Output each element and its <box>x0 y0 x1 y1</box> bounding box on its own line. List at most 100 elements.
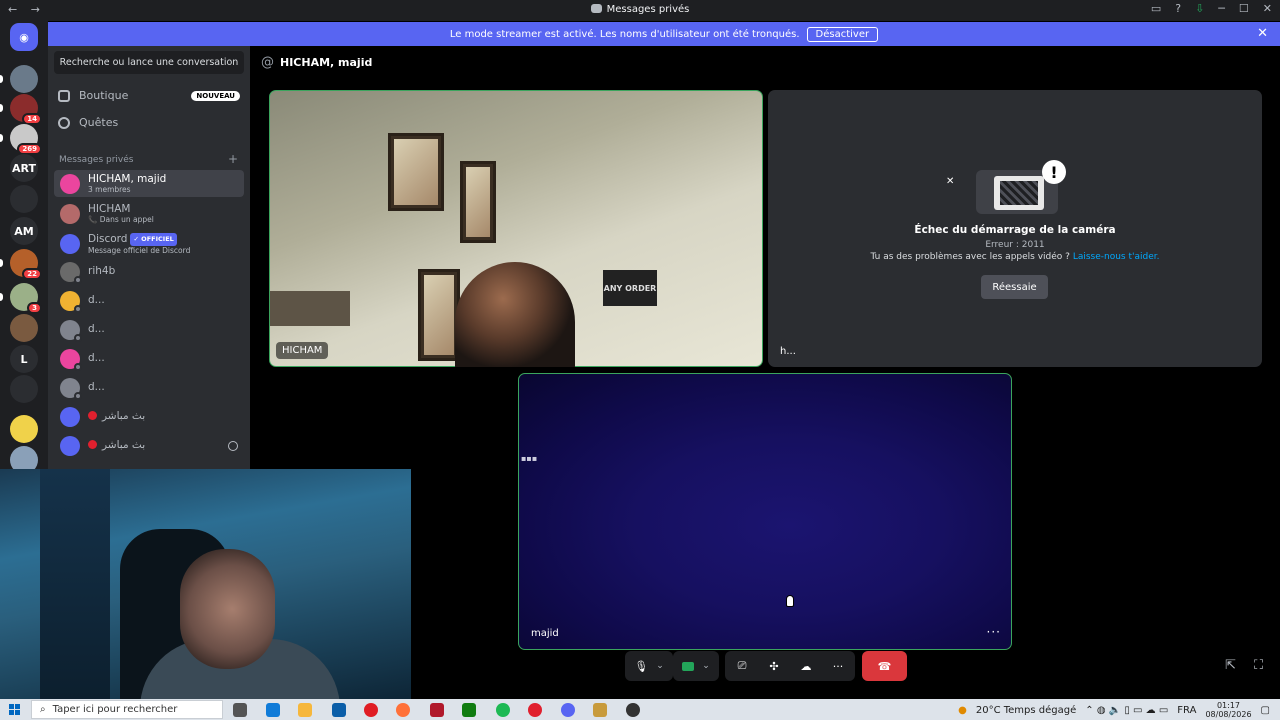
server-icon[interactable] <box>10 185 38 213</box>
download-icon[interactable]: ⇩ <box>1195 2 1204 15</box>
server-icon[interactable]: 22 <box>10 249 42 280</box>
error-title: Échec du démarrage de la caméra <box>914 224 1116 236</box>
dm-item[interactable]: HICHAM 📞 Dans un appel <box>54 200 244 227</box>
help-link[interactable]: Laisse-nous t'aider. <box>1073 252 1160 262</box>
dm-item[interactable]: بث مباشر <box>54 403 244 430</box>
boutique-label: Boutique <box>79 89 129 102</box>
disable-streamer-button[interactable]: Désactiver <box>806 26 879 42</box>
dm-item[interactable]: Discord ✓ OFFICIEL Message officiel de Dis… <box>54 230 244 257</box>
soundboard-icon[interactable]: ☁ <box>790 660 822 673</box>
server-icon[interactable]: ART <box>10 154 38 182</box>
server-label: L <box>20 352 28 366</box>
wall-frame <box>388 133 444 211</box>
server-icon[interactable]: 14 <box>10 94 42 125</box>
windows-start-icon[interactable] <box>9 704 20 715</box>
weather-text[interactable]: 20°C Temps dégagé <box>976 705 1076 716</box>
close-button[interactable]: ✕ <box>1263 2 1272 15</box>
dm-subtitle: 📞 Dans un appel <box>88 214 154 224</box>
quest-icon <box>58 116 70 129</box>
server-icon[interactable]: AM <box>10 217 38 245</box>
notifications-icon[interactable]: ▢ <box>1261 705 1270 716</box>
server-icon[interactable] <box>10 314 38 342</box>
language-indicator[interactable]: FRA <box>1177 705 1196 716</box>
screen-share-icon[interactable]: ⎚ <box>726 659 758 673</box>
block-icon[interactable] <box>228 440 238 451</box>
search-input[interactable]: Recherche ou lance une conversation <box>54 51 244 74</box>
unread-pill <box>0 293 3 301</box>
taskbar-app-icon[interactable] <box>298 703 312 717</box>
taskbar-app-icon[interactable] <box>364 703 378 717</box>
server-icon[interactable] <box>10 415 38 443</box>
camera-error-illustration: ! ✕ <box>946 160 1066 216</box>
dm-name-text: d... <box>88 381 105 393</box>
mic-button[interactable]: 🎙 ⌄ <box>625 651 673 681</box>
discord-home-icon[interactable]: ◉ <box>10 23 38 51</box>
status-indicator <box>74 275 82 284</box>
popout-icon[interactable]: ⇱ <box>1225 658 1236 673</box>
dm-item[interactable]: d... <box>54 287 244 314</box>
camera-icon <box>682 661 695 671</box>
fullscreen-icon[interactable]: ⛶ <box>1254 658 1263 673</box>
mic-icon: 🎙 <box>634 659 649 673</box>
camera-button[interactable]: ⌄ <box>673 651 719 681</box>
dm-item[interactable]: d... <box>54 374 244 401</box>
tile-more-icon[interactable]: ··· <box>987 625 1001 639</box>
more-options-icon[interactable]: ··· <box>822 660 854 673</box>
taskbar-app-icon[interactable] <box>593 703 607 717</box>
minimize-button[interactable]: ─ <box>1218 2 1225 15</box>
dm-name: d... <box>88 324 105 335</box>
banner-close-icon[interactable]: ✕ <box>1257 26 1268 41</box>
quetes-label: Quêtes <box>79 116 119 129</box>
participant-label-h: h... <box>780 346 796 357</box>
taskbar-app-icon[interactable] <box>462 703 476 717</box>
at-icon: @ <box>261 55 274 70</box>
server-icon[interactable] <box>10 65 38 93</box>
chevron-down-icon[interactable]: ⌄ <box>656 661 664 671</box>
video-tile-error[interactable]: ! ✕ Échec du démarrage de la caméra Erre… <box>768 90 1262 367</box>
inbox-icon[interactable]: ▭ <box>1151 2 1161 15</box>
dm-name-text: d... <box>88 323 105 335</box>
server-icon[interactable] <box>10 375 38 403</box>
activities-icon[interactable]: ✣ <box>758 660 790 673</box>
clock[interactable]: 01:17 08/08/2026 <box>1205 701 1251 719</box>
dm-item[interactable]: d... <box>54 345 244 372</box>
dm-name: d... <box>88 353 105 364</box>
taskbar-app-icon[interactable] <box>332 703 346 717</box>
video-tile-majid[interactable]: ▪▪▪ majid ··· <box>518 373 1012 650</box>
server-label: ART <box>12 161 36 175</box>
chevron-down-icon[interactable]: ⌄ <box>702 661 710 671</box>
help-icon[interactable]: ? <box>1175 2 1181 15</box>
add-dm-icon[interactable]: + <box>228 152 238 166</box>
dm-item[interactable]: d... <box>54 316 244 343</box>
server-icon[interactable]: 269 <box>10 124 42 155</box>
activity-buttons: ⎚ ✣ ☁ ··· <box>725 651 855 681</box>
maximize-button[interactable]: ☐ <box>1239 2 1249 15</box>
taskbar-search-placeholder: Taper ici pour rechercher <box>52 704 178 715</box>
sidebar-item-boutique[interactable]: Boutique NOUVEAU <box>58 89 240 102</box>
dm-name: rih4b <box>88 266 115 277</box>
taskbar-app-icon[interactable] <box>396 703 410 717</box>
taskbar-app-icon[interactable] <box>430 703 444 717</box>
dm-name: بث مباشر <box>88 440 145 451</box>
dm-item[interactable]: HICHAM, majid 3 membres <box>54 170 244 197</box>
server-icon[interactable]: 3 <box>10 283 42 314</box>
clock-date: 08/08/2026 <box>1205 710 1252 719</box>
discord-icon <box>590 4 602 13</box>
leave-call-button[interactable]: ☎ <box>862 651 907 681</box>
server-icon[interactable]: L <box>10 345 38 373</box>
avatar <box>60 319 82 342</box>
sidebar-item-quetes[interactable]: Quêtes <box>58 116 118 129</box>
dm-item[interactable]: rih4b <box>54 258 244 285</box>
dm-item[interactable]: بث مباشر <box>54 432 244 459</box>
retry-button[interactable]: Réessaie <box>981 275 1048 299</box>
taskbar-app-icon[interactable] <box>266 703 280 717</box>
clock-time: 01:17 <box>1216 701 1241 710</box>
taskbar-app-icon[interactable] <box>233 703 247 717</box>
avatar <box>60 435 80 456</box>
tray-icons[interactable]: ⌃ ◍ 🔈 ▯ ▭ ☁ ▭ <box>1085 705 1168 716</box>
taskbar-app-icon[interactable] <box>561 703 575 717</box>
taskbar-search-input[interactable]: ⌕ Taper ici pour rechercher <box>31 700 223 719</box>
taskbar-app-icon[interactable] <box>626 703 640 717</box>
taskbar-app-icon[interactable] <box>496 703 510 717</box>
taskbar-app-icon[interactable] <box>528 703 542 717</box>
